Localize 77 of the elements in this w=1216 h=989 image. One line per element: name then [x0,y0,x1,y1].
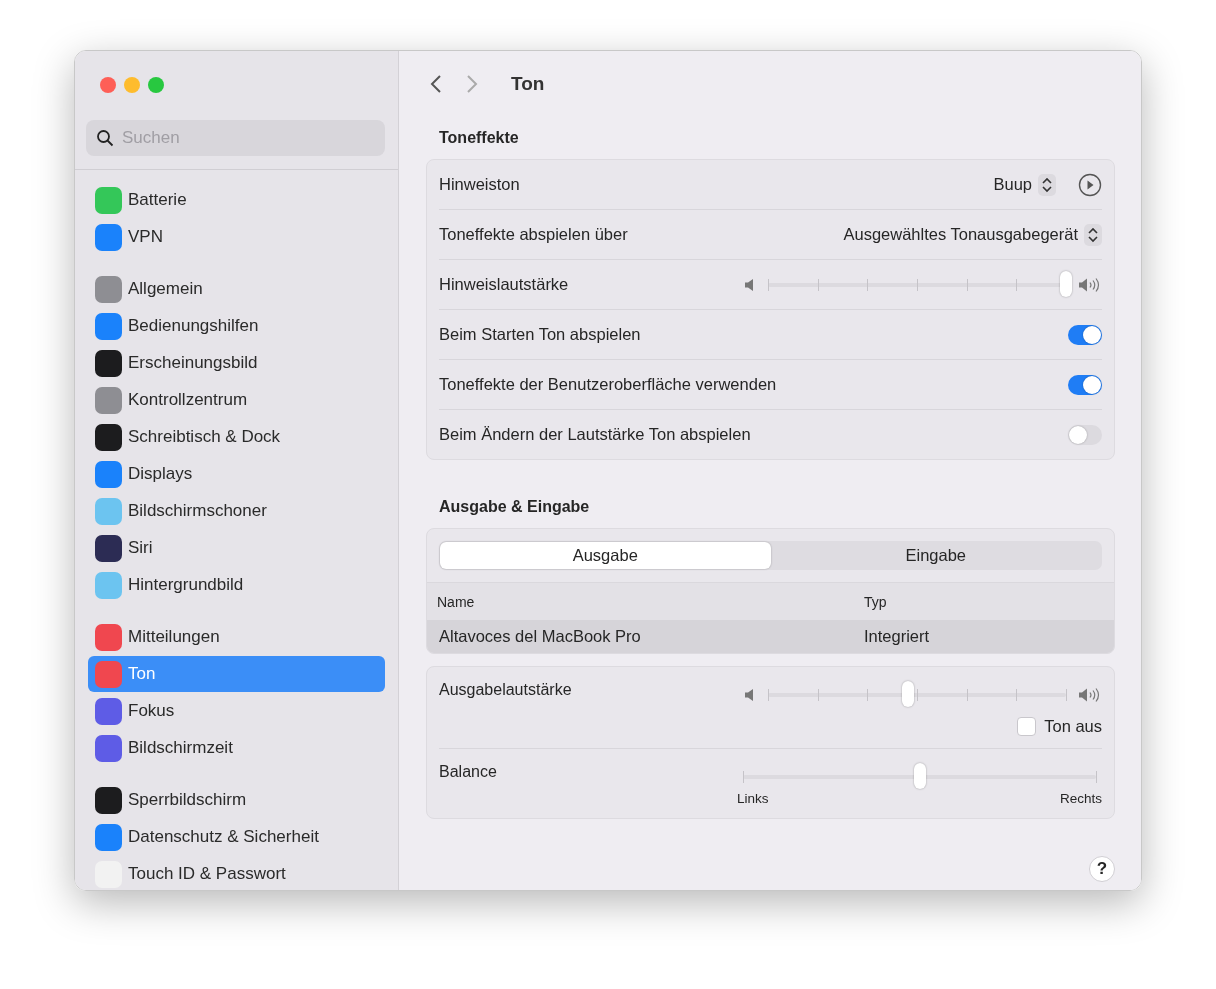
sidebar-label: Ton [128,664,156,684]
stepper-icon [1084,223,1102,246]
speaker-icon [744,688,756,702]
sidebar-item[interactable]: Schreibtisch & Dock [88,419,385,455]
checkbox[interactable] [1017,717,1037,736]
toggle-switch[interactable] [1068,374,1102,395]
section-heading: Ausgabe & Eingabe [439,498,591,516]
sidebar-label: Bildschirmschoner [128,501,267,521]
sidebar-item[interactable]: Bedienungshilfen [88,308,385,344]
sidebar-item[interactable]: Fokus [88,693,385,729]
checkbox-label: Ton aus [1044,717,1102,736]
stepper-icon [1038,173,1056,196]
sidebar-label: VPN [128,227,163,247]
back-icon[interactable] [429,74,443,94]
popup-button[interactable]: Buup [993,173,1056,196]
sidebar-label: Bedienungshilfen [128,316,259,336]
search-icon [96,129,114,147]
setting-label: Beim Starten Ton abspielen [439,325,641,344]
sidebar-item[interactable]: Touch ID & Passwort [88,856,385,890]
setting-label: Toneffekte abspielen über [439,225,628,244]
table-cell: Integriert [864,627,930,646]
sidebar-label: Erscheinungsbild [128,353,258,373]
slider-min-label: Links [737,791,769,806]
sidebar-item[interactable]: Displays [88,456,385,492]
speaker-icon [744,277,756,292]
toggle-switch[interactable] [1068,324,1102,345]
sidebar-label: Fokus [128,701,175,721]
toggle-switch[interactable] [1068,424,1102,445]
sidebar-item[interactable]: Datenschutz & Sicherheit [88,819,385,855]
sidebar-label: Datenschutz & Sicherheit [128,827,319,847]
sidebar-item[interactable]: Erscheinungsbild [88,345,385,381]
search-field[interactable]: Suchen [86,120,385,156]
close-button[interactable] [100,77,116,93]
column-header: Name [436,593,476,610]
device-row[interactable]: Altavoces del MacBook Pro Integriert [427,620,1114,653]
sidebar-label: Batterie [128,190,187,210]
table-cell-text: Altavoces del MacBook Pro [438,627,642,646]
setting-label: Hinweiston [439,175,520,194]
sidebar-label: Displays [128,464,193,484]
zoom-button[interactable] [148,77,164,93]
setting-label: Toneffekte der Benutzeroberfläche verwenden [439,375,777,394]
setting-label: Beim Ändern der Lautstärke Ton abspielen [439,425,751,444]
sidebar-label: Siri [128,538,153,558]
sidebar-label: Bildschirmzeit [128,738,233,758]
slider-max-label: Rechts [1059,791,1102,806]
window-title: Ton [511,73,545,95]
sidebar-item[interactable]: VPN [88,219,385,255]
play-icon[interactable] [1078,172,1102,197]
sidebar-label: Kontrollzentrum [128,390,248,410]
help-button[interactable]: ? [1089,856,1115,882]
setting-label: Balance [439,763,497,782]
minimize-button[interactable] [124,77,140,93]
sidebar-item[interactable]: Bildschirmzeit [88,730,385,766]
section-heading: Toneffekte [439,129,520,147]
sidebar-item[interactable]: Mitteilungen [88,619,385,655]
popup-button[interactable]: Ausgewähltes Tonausgabegerät [843,223,1102,246]
speaker-loud-icon [1078,687,1102,703]
setting-label: Ausgabelautstärke [439,681,572,700]
sidebar-label: Allgemein [128,279,203,299]
sidebar-item[interactable]: Kontrollzentrum [88,382,385,418]
sidebar-item[interactable]: Hintergrundbild [88,567,385,603]
sidebar-item[interactable]: Sperrbildschirm [88,782,385,818]
sidebar-item[interactable]: Bildschirmschoner [88,493,385,529]
sidebar-label: Mitteilungen [128,627,220,647]
forward-icon[interactable] [465,74,479,94]
segment-tab[interactable]: Eingabe [770,542,1101,569]
sidebar-label: Hintergrundbild [128,575,244,595]
sidebar-label: Sperrbildschirm [128,790,247,810]
speaker-loud-icon [1078,276,1102,293]
sidebar-label: Touch ID & Passwort [128,864,286,884]
sidebar-item[interactable]: Batterie [88,182,385,218]
sidebar-label: Schreibtisch & Dock [128,427,281,447]
sidebar-item[interactable]: Siri [88,530,385,566]
column-header: Typ [864,593,887,610]
sidebar-item[interactable]: Allgemein [88,271,385,307]
segment-tab[interactable]: Ausgabe [440,542,771,569]
setting-label: Hinweislautstärke [439,275,569,294]
